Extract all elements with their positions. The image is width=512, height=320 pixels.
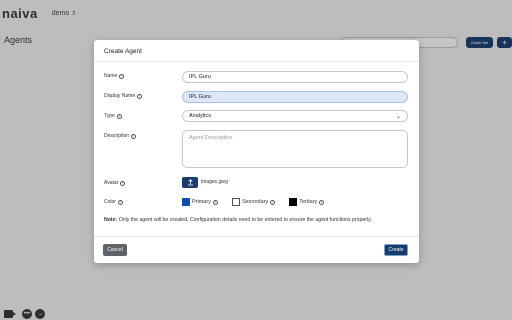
chevron-down-icon: ⌄: [395, 114, 401, 120]
upload-avatar-button[interactable]: [182, 177, 198, 188]
secondary-label: Secondary: [241, 199, 269, 205]
dialog-title: Create Agent: [104, 48, 142, 55]
footer-divider: [94, 236, 419, 237]
info-icon[interactable]: i: [119, 73, 125, 79]
display-name-field[interactable]: IPL Guru: [182, 91, 408, 103]
type-select[interactable]: Analytics ⌄: [182, 110, 408, 122]
info-icon[interactable]: i: [137, 93, 143, 99]
create-button[interactable]: Create: [384, 244, 408, 256]
name-label-text: Name: [104, 73, 118, 79]
info-icon[interactable]: i: [270, 199, 276, 205]
creation-note: Note: Only the agent will be created. Co…: [104, 217, 372, 223]
avatar-filename: images.jpeg: [201, 179, 228, 185]
type-label-text: Type: [104, 113, 115, 119]
type-select-value: Analytics: [189, 113, 212, 119]
avatar-label-text: Avatar: [104, 180, 119, 186]
create-agent-dialog: Create Agent Name i IPL Guru Display Nam…: [94, 40, 419, 263]
cancel-button[interactable]: Cancel: [103, 244, 127, 256]
color-options: Primary i Secondary i Tertiary i: [182, 198, 338, 206]
primary-label: Primary: [192, 199, 211, 205]
display-name-label: Display Name i: [104, 93, 143, 99]
color-secondary[interactable]: Secondary i: [231, 198, 276, 206]
description-label: Description i: [104, 133, 137, 139]
avatar-label: Avatar i: [104, 180, 126, 186]
info-icon[interactable]: i: [319, 199, 325, 205]
name-field[interactable]: IPL Guru: [182, 71, 408, 83]
info-icon[interactable]: i: [116, 113, 122, 119]
info-icon[interactable]: i: [120, 180, 126, 186]
type-label: Type i: [104, 113, 122, 119]
color-label-text: Color: [104, 199, 116, 205]
description-label-text: Description: [104, 133, 130, 139]
info-icon[interactable]: i: [117, 199, 123, 205]
info-icon[interactable]: i: [212, 199, 218, 205]
name-label: Name i: [104, 73, 125, 79]
color-primary[interactable]: Primary i: [182, 198, 218, 206]
primary-swatch[interactable]: [182, 198, 190, 206]
header-divider: [94, 61, 419, 62]
tertiary-swatch[interactable]: [289, 198, 298, 206]
color-tertiary[interactable]: Tertiary i: [289, 198, 325, 206]
description-placeholder: Agent Description: [189, 135, 233, 141]
display-name-field-value: IPL Guru: [189, 94, 211, 100]
info-icon[interactable]: i: [131, 133, 137, 139]
description-textarea[interactable]: Agent Description: [182, 130, 408, 168]
secondary-swatch[interactable]: [231, 198, 240, 206]
upload-icon: [187, 179, 193, 186]
note-text: Only the agent will be created. Configur…: [117, 217, 372, 223]
display-name-label-text: Display Name: [104, 93, 136, 99]
name-field-value: IPL Guru: [189, 74, 211, 80]
tertiary-label: Tertiary: [299, 199, 318, 205]
note-prefix: Note:: [104, 217, 118, 223]
color-label: Color i: [104, 199, 123, 205]
